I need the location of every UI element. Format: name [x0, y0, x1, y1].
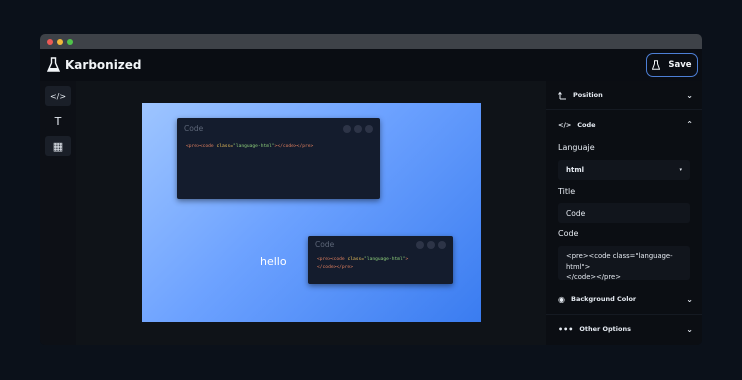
design-canvas[interactable]: Code <pre><code class="language-html"></…	[142, 103, 481, 322]
background-color-section-header[interactable]: ◉ Background Color ⌄	[546, 284, 702, 314]
code-window[interactable]: Code <pre><code class="language-html"></…	[308, 236, 453, 284]
code-token: >	[405, 257, 409, 262]
code-icon: </>	[49, 91, 67, 101]
title-label: Title	[558, 187, 576, 196]
code-window-title: Code	[184, 124, 204, 133]
title-input[interactable]: Code	[558, 203, 690, 223]
editor-stage: Code <pre><code class="language-html"></…	[76, 81, 546, 345]
code-token: </code></pre>	[317, 265, 353, 271]
qr-code-icon: ▦	[52, 139, 64, 153]
code-window-body: <pre><code class="language-html"></code>…	[308, 249, 453, 273]
minimize-window-dot[interactable]	[57, 38, 63, 45]
code-token: "language-html"	[233, 144, 275, 149]
flask-logo-icon	[47, 57, 60, 72]
code-token: class=	[216, 144, 234, 149]
code-tool-button[interactable]: </>	[45, 86, 71, 106]
code-field-label: Code	[558, 229, 579, 238]
caret-down-icon: ▾	[679, 167, 682, 173]
code-line: <pre><code class="language-html">	[317, 256, 444, 264]
code-token: <pre><code	[186, 144, 217, 149]
code-section-header[interactable]: </> Code ⌃	[546, 110, 702, 139]
code-window-header: Code	[308, 236, 453, 249]
language-value: html	[566, 166, 585, 174]
language-select[interactable]: html ▾	[558, 160, 690, 180]
text-icon: T	[54, 114, 62, 128]
other-options-section-header[interactable]: ••• Other Options ⌄	[546, 314, 702, 343]
code-token: "language-html"	[364, 257, 406, 262]
save-button[interactable]: Save	[646, 53, 698, 77]
code-window-title: Code	[315, 240, 335, 249]
code-section-label: Code	[577, 120, 596, 129]
other-options-label: Other Options	[579, 325, 631, 333]
qr-tool-button[interactable]: ▦	[45, 136, 71, 156]
code-window-dots	[416, 240, 446, 249]
save-label: Save	[668, 60, 692, 70]
language-label: Languaje	[558, 143, 595, 152]
code-token: ></code></pre>	[274, 144, 314, 149]
code-window-body: <pre><code class="language-html"></code>…	[177, 133, 380, 151]
title-value: Code	[566, 208, 586, 218]
chevron-up-icon: ⌃	[686, 120, 693, 129]
app-window: Karbonized Save </> T ▦ Code <pre><code …	[40, 34, 702, 345]
app-title: Karbonized	[65, 58, 142, 72]
code-line: <pre><code class="language-html"></code>…	[186, 143, 371, 151]
code-token: <pre><code	[317, 257, 348, 262]
chevron-down-icon: ⌄	[686, 90, 693, 100]
brand: Karbonized	[47, 57, 142, 73]
flask-icon	[652, 60, 661, 70]
position-section-header[interactable]: Position ⌄	[546, 81, 702, 110]
code-window[interactable]: Code <pre><code class="language-html"></…	[177, 118, 380, 199]
code-window-header: Code	[177, 118, 380, 133]
canvas-text-label[interactable]: hello	[260, 255, 287, 268]
background-color-label: Background Color	[570, 295, 637, 303]
palette-icon: ◉	[558, 294, 565, 304]
code-line: </code></pre>	[317, 264, 444, 272]
app-header: Karbonized Save	[40, 49, 702, 81]
code-textarea[interactable]: <pre><code class="language-html"> </code…	[558, 246, 690, 281]
chevron-down-icon: ⌄	[686, 324, 693, 334]
position-section-label: Position	[573, 91, 603, 99]
window-titlebar	[40, 34, 702, 49]
code-icon: </>	[558, 120, 572, 129]
close-window-dot[interactable]	[47, 38, 53, 45]
code-window-dots	[343, 124, 373, 133]
position-icon	[558, 91, 566, 99]
code-token: class=	[347, 257, 365, 262]
properties-panel: Position ⌄ </> Code ⌃ Languaje html ▾ Ti…	[546, 81, 702, 345]
maximize-window-dot[interactable]	[67, 38, 73, 45]
more-dots-icon: •••	[558, 324, 574, 334]
text-tool-button[interactable]: T	[45, 111, 71, 131]
left-toolbar: </> T ▦	[40, 81, 76, 345]
chevron-down-icon: ⌄	[686, 294, 693, 304]
